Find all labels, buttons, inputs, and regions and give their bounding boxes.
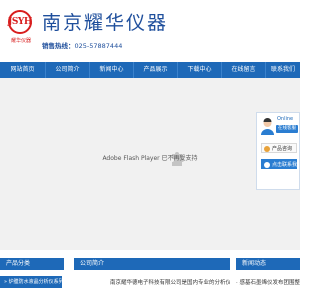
main-nav: 网站首页 公司简介 新闻中心 产品展示 下载中心 在线留言 联系我们 <box>0 62 300 78</box>
logo-subtitle: 耀华仪器 <box>10 38 31 44</box>
contact-me-label: 点击联系我 <box>272 162 298 168</box>
hotline-label: 销售热线： <box>42 42 75 50</box>
contact-me-button[interactable]: 点击联系我 <box>261 159 297 169</box>
customer-service-panel: Online 在线客服 产品咨询 点击联系我 <box>256 112 300 190</box>
logo-text: JSYH <box>8 17 32 27</box>
chat-icon <box>264 146 270 152</box>
news-item[interactable]: · 感基石墨烯仪发布团围整测仪 <box>236 278 300 286</box>
about-section-title: 公司简介 <box>74 258 230 270</box>
nav-message[interactable]: 在线留言 <box>222 62 266 78</box>
nav-news[interactable]: 新闻中心 <box>90 62 134 78</box>
nav-home[interactable]: 网站首页 <box>0 62 46 78</box>
about-text: 南京耀华德电子科技有限公司是国内专业的分析仪器专业厂 <box>110 280 230 286</box>
hotline-number: 025-57887444 <box>74 42 123 50</box>
flash-banner: Adobe Flash Player 已不再受支持 Online 在线客服 产品… <box>0 78 300 250</box>
product-category-item[interactable]: » 炉膛防水液晶分析仪系列 <box>0 276 62 288</box>
about-section-body: 南京耀华德电子科技有限公司是国内专业的分析仪器专业厂 <box>110 270 230 300</box>
company-name: 南京耀华仪器 <box>42 12 169 34</box>
products-section-body: » 炉膛防水液晶分析仪系列 <box>0 270 64 300</box>
site-header: JSYH 耀华仪器 南京耀华仪器 销售热线：025-57887444 <box>0 0 300 62</box>
products-section-title: 产品分类 <box>0 258 64 270</box>
product-consult-button[interactable]: 产品咨询 <box>261 143 297 153</box>
online-tag: Online <box>277 116 294 122</box>
online-service-button[interactable]: 在线客服 <box>276 125 298 133</box>
flash-unsupported-message: Adobe Flash Player 已不再受支持 <box>102 155 198 162</box>
service-agent-icon <box>261 118 274 135</box>
sales-hotline: 销售热线：025-57887444 <box>42 40 122 50</box>
nav-contact[interactable]: 联系我们 <box>266 62 300 78</box>
contact-icon <box>264 162 270 168</box>
nav-products[interactable]: 产品展示 <box>134 62 178 78</box>
nav-about[interactable]: 公司简介 <box>46 62 90 78</box>
company-logo[interactable]: JSYH <box>8 10 32 34</box>
product-consult-label: 产品咨询 <box>272 146 293 152</box>
news-section-title: 新闻动态 <box>236 258 300 270</box>
news-section-body: · 感基石墨烯仪发布团围整测仪 <box>236 270 300 300</box>
content-sections: 产品分类 公司简介 新闻动态 » 炉膛防水液晶分析仪系列 南京耀华德电子科技有限… <box>0 250 300 300</box>
nav-downloads[interactable]: 下载中心 <box>178 62 222 78</box>
